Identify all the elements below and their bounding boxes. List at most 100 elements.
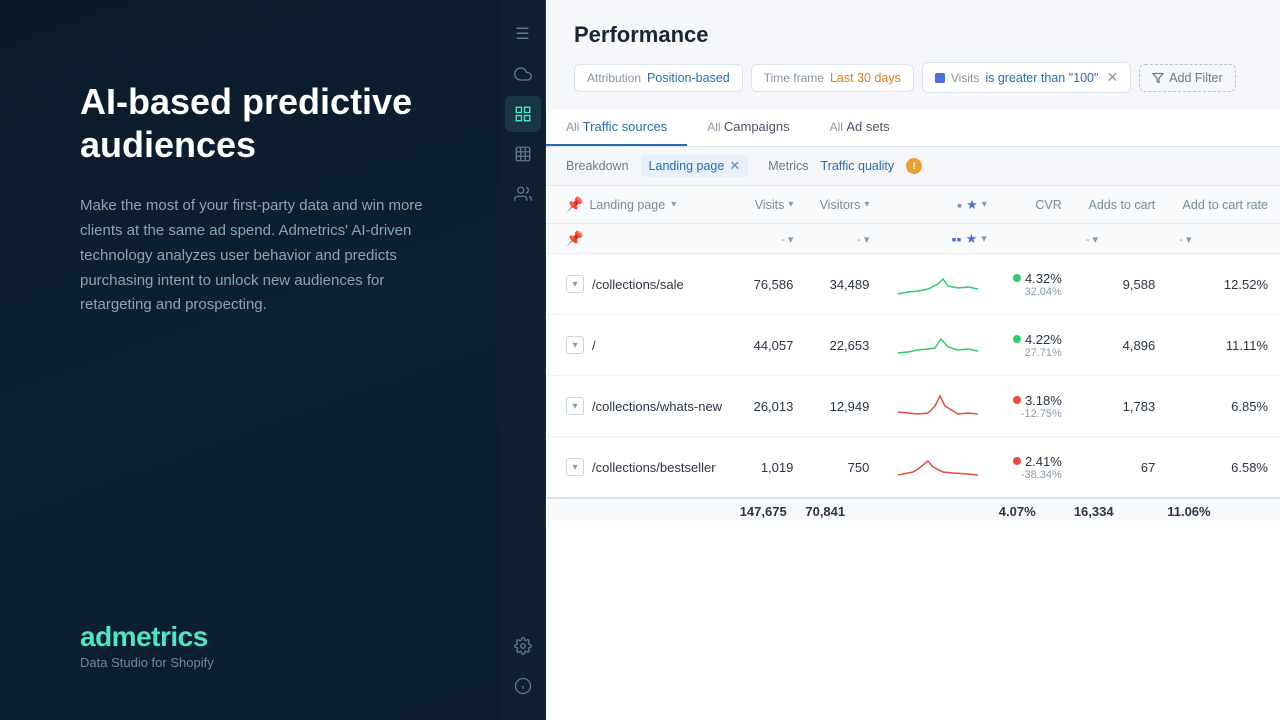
tab-bar: All Traffic sources All Campaigns All Ad… xyxy=(546,109,1280,147)
left-panel: AI-based predictive audiences Make the m… xyxy=(0,0,500,720)
landing-page-header-text: Landing page xyxy=(589,198,665,212)
sort-dash-5: - ▾ xyxy=(1179,234,1191,246)
cvr-sub-value: -12.75% xyxy=(1021,408,1062,420)
hero-title: AI-based predictive audiences xyxy=(80,80,450,166)
data-table-container: 📌 Landing page ▾ Visits ▾ Visitor xyxy=(546,186,1280,720)
pin-sort-cell: 📌 xyxy=(546,224,740,254)
footer-sparkline xyxy=(881,498,998,523)
footer-add-to-cart-rate: 11.06% xyxy=(1167,498,1280,523)
cell-landing-page: ▾ /collections/sale xyxy=(546,254,740,315)
col-header-add-to-cart-rate[interactable]: Add to cart rate xyxy=(1167,186,1280,224)
row-dropdown-btn[interactable]: ▾ xyxy=(566,458,584,476)
col-header-visitors[interactable]: Visitors ▾ xyxy=(805,186,881,224)
footer-cvr: 4.07% xyxy=(999,498,1074,523)
user-group-icon[interactable] xyxy=(505,176,541,212)
visitors-header-text: Visitors xyxy=(820,198,861,212)
cell-visitors: 22,653 xyxy=(805,315,881,376)
visits-filter[interactable]: Visits is greater than "100" ✕ xyxy=(922,62,1131,93)
tab-traffic-label: Traffic sources xyxy=(583,119,668,134)
metrics-value: Traffic quality xyxy=(821,159,895,173)
cvr-sub-value: -38.34% xyxy=(1021,469,1062,481)
sparkline-header-sort-cell: ▪▪ ★ ▾ xyxy=(881,224,998,254)
landing-page-value: /collections/bestseller xyxy=(592,460,716,475)
brand-section: admetrics Data Studio for Shopify xyxy=(80,621,450,670)
filter-bar: Attribution Position-based Time frame La… xyxy=(574,62,1252,93)
visits-dot xyxy=(935,73,945,83)
visits-value: is greater than "100" xyxy=(985,71,1098,85)
pin-icon-2: 📌 xyxy=(566,230,583,246)
footer-label-cell xyxy=(546,498,740,523)
visitors-sort-icon: ▾ xyxy=(864,199,869,210)
cvr-percent: 4.22% xyxy=(1025,332,1062,347)
row-dropdown-btn[interactable]: ▾ xyxy=(566,397,584,415)
tab-campaigns-label: Campaigns xyxy=(724,119,790,134)
main-panel: Performance Attribution Position-based T… xyxy=(546,0,1280,720)
row-dropdown-btn[interactable]: ▾ xyxy=(566,336,584,354)
col-header-sparkline: ▪ ★ ▾ xyxy=(881,186,998,224)
tab-traffic-sources[interactable]: All Traffic sources xyxy=(546,109,687,146)
visits-sort-cell: - ▾ xyxy=(740,224,806,254)
visitors-sort-cell: - ▾ xyxy=(805,224,881,254)
tab-ad-sets[interactable]: All Ad sets xyxy=(810,109,910,146)
tab-traffic-prefix: All xyxy=(566,120,583,134)
cell-sparkline xyxy=(881,376,998,437)
filter-icon xyxy=(1152,72,1164,84)
cell-sparkline xyxy=(881,437,998,499)
visits-label: Visits xyxy=(951,71,979,85)
col-header-adds-to-cart[interactable]: Adds to cart xyxy=(1074,186,1167,224)
cvr-percent: 4.32% xyxy=(1025,271,1062,286)
cell-visits: 1,019 xyxy=(740,437,806,499)
cell-adds-to-cart: 67 xyxy=(1074,437,1167,499)
metrics-info-icon[interactable]: ! xyxy=(906,158,922,174)
hero-description: Make the most of your first-party data a… xyxy=(80,194,450,318)
sidebar: ☰ xyxy=(500,0,546,720)
add-filter-button[interactable]: Add Filter xyxy=(1139,64,1236,92)
col-header-visits[interactable]: Visits ▾ xyxy=(740,186,806,224)
star-icon-row[interactable]: ★ xyxy=(966,231,978,247)
analytics-icon[interactable] xyxy=(505,96,541,132)
tab-campaigns-prefix: All xyxy=(707,120,724,134)
sort-dash-4: - ▾ xyxy=(1086,234,1098,246)
visits-header-text: Visits xyxy=(755,198,785,212)
table-row: ▾ /collections/bestseller 1,019 750 2.41… xyxy=(546,437,1280,499)
cell-sparkline xyxy=(881,315,998,376)
cell-add-to-cart-rate: 6.85% xyxy=(1167,376,1280,437)
timeframe-filter[interactable]: Time frame Last 30 days xyxy=(751,64,914,92)
settings-icon[interactable] xyxy=(505,628,541,664)
footer-adds-to-cart: 16,334 xyxy=(1074,498,1167,523)
adds-to-cart-header-text: Adds to cart xyxy=(1089,198,1156,212)
help-icon[interactable] xyxy=(505,668,541,704)
col-header-cvr[interactable]: CVR xyxy=(999,186,1074,224)
sort-asc-icon[interactable]: ▾ xyxy=(671,199,676,210)
col-header-landing-page[interactable]: 📌 Landing page ▾ xyxy=(546,186,740,224)
landing-page-value: /collections/whats-new xyxy=(592,399,722,414)
grid-icon[interactable] xyxy=(505,136,541,172)
pin-icon: 📌 xyxy=(566,196,583,213)
cell-cvr: 4.32% 32.04% xyxy=(999,254,1074,315)
attribution-filter[interactable]: Attribution Position-based xyxy=(574,64,743,92)
cell-landing-page: ▾ /collections/bestseller xyxy=(546,437,740,499)
cloud-icon[interactable] xyxy=(505,56,541,92)
breakdown-tag-close-icon[interactable]: ✕ xyxy=(729,158,740,174)
sort-dash-1: - ▾ xyxy=(781,234,793,246)
add-to-cart-rate-header-text: Add to cart rate xyxy=(1183,198,1268,212)
breakdown-bar: Breakdown Landing page ✕ Metrics Traffic… xyxy=(546,147,1280,186)
row-dropdown-btn[interactable]: ▾ xyxy=(566,275,584,293)
cell-visitors: 34,489 xyxy=(805,254,881,315)
left-content: AI-based predictive audiences Make the m… xyxy=(80,80,450,318)
cell-add-to-cart-rate: 12.52% xyxy=(1167,254,1280,315)
cvr-percent: 2.41% xyxy=(1025,454,1062,469)
sparkline-star-icon[interactable]: ★ xyxy=(966,197,978,213)
cell-cvr: 3.18% -12.75% xyxy=(999,376,1074,437)
sparkline-sort-icon: ▾ xyxy=(982,199,987,210)
breakdown-tag[interactable]: Landing page ✕ xyxy=(641,155,749,177)
menu-icon[interactable]: ☰ xyxy=(505,16,541,52)
table-row: ▾ /collections/whats-new 26,013 12,949 3… xyxy=(546,376,1280,437)
add-filter-label: Add Filter xyxy=(1169,71,1223,85)
sort-dash-3: ▾ xyxy=(981,232,987,245)
rate-sort-cell: - ▾ xyxy=(1167,224,1280,254)
tab-campaigns[interactable]: All Campaigns xyxy=(687,109,809,146)
cvr-indicator xyxy=(1013,396,1021,404)
cell-visits: 26,013 xyxy=(740,376,806,437)
visits-close-icon[interactable]: ✕ xyxy=(1106,69,1118,86)
